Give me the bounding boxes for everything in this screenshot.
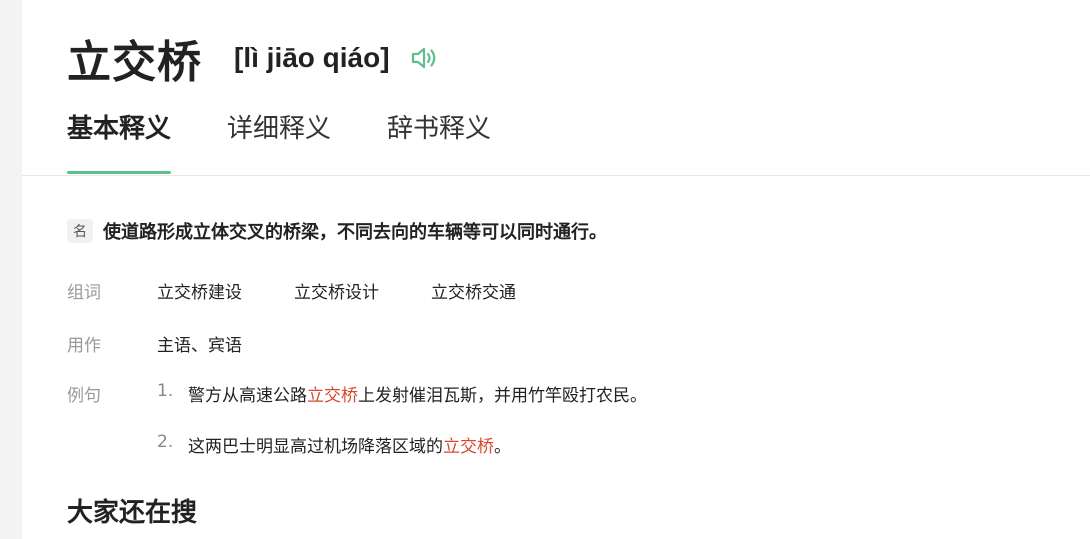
example-highlight: 立交桥 [443, 437, 494, 457]
tab-dictionary[interactable]: 辞书释义 [387, 108, 491, 174]
entry-header: 立交桥 [lì jiāo qiáo] [67, 28, 442, 88]
part-of-speech-badge: 名 [67, 219, 93, 243]
usage-label: 用作 [67, 336, 101, 356]
compound-link[interactable]: 立交桥设计 [294, 278, 379, 303]
entry-card: 立交桥 [lì jiāo qiáo] 基本释义 详细释义 辞书释义 名 使道路形… [22, 0, 1090, 539]
example-highlight: 立交桥 [307, 386, 358, 406]
example-number: 1. [157, 381, 174, 401]
compound-link[interactable]: 立交桥交通 [431, 278, 516, 303]
definition-text: 使道路形成立体交叉的桥梁，不同去向的车辆等可以同时通行。 [103, 222, 607, 243]
tab-detailed[interactable]: 详细释义 [227, 108, 331, 174]
speaker-icon[interactable] [410, 44, 442, 72]
definition-tabs: 基本释义 详细释义 辞书释义 [67, 108, 547, 174]
tab-basic[interactable]: 基本释义 [67, 108, 172, 174]
example-sentence: 1. 警方从高速公路立交桥上发射催泪瓦斯，并用竹竿殴打农民。 [157, 381, 647, 406]
compounds-label: 组词 [67, 283, 101, 303]
example-number: 2. [157, 432, 174, 452]
example-text: 警方从高速公路立交桥上发射催泪瓦斯，并用竹竿殴打农民。 [188, 386, 647, 406]
related-searches-title: 大家还在搜 [67, 498, 198, 528]
definition-row: 名 使道路形成立体交叉的桥梁，不同去向的车辆等可以同时通行。 [67, 218, 607, 244]
tabs-divider [22, 175, 1090, 176]
example-sentence: 2. 这两巴士明显高过机场降落区域的立交桥。 [157, 432, 511, 457]
compounds-list: 立交桥建设 立交桥设计 立交桥交通 [157, 278, 568, 303]
usage-text: 主语、宾语 [157, 336, 242, 356]
example-text: 这两巴士明显高过机场降落区域的立交桥。 [188, 437, 511, 457]
entry-word: 立交桥 [67, 37, 202, 88]
examples-label: 例句 [67, 386, 101, 406]
entry-pinyin: [lì jiāo qiáo] [234, 42, 390, 73]
compound-link[interactable]: 立交桥建设 [157, 278, 242, 303]
